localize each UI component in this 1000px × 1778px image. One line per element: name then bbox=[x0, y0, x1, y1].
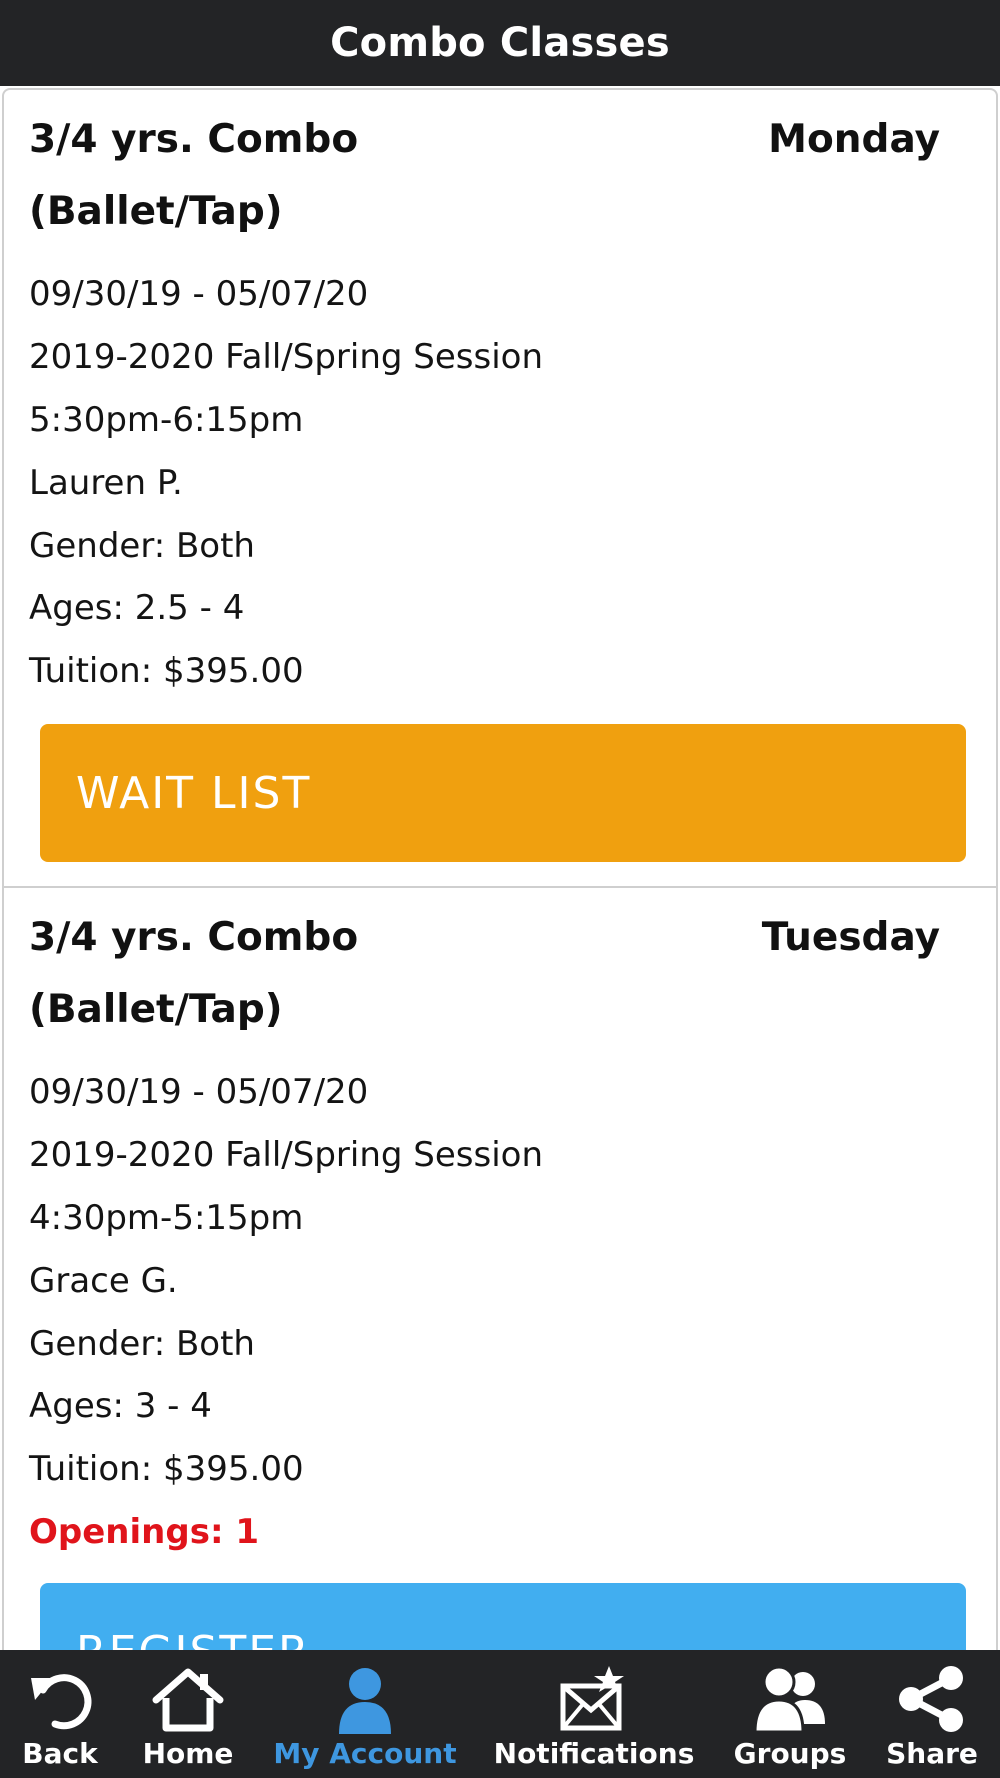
tab-my-account[interactable]: My Account bbox=[270, 1650, 460, 1778]
class-day: Tuesday bbox=[761, 915, 940, 960]
person-icon bbox=[339, 1668, 391, 1734]
class-name: 3/4 yrs. Combo bbox=[29, 117, 359, 162]
class-session: 2019-2020 Fall/Spring Session bbox=[29, 337, 544, 377]
home-icon bbox=[152, 1668, 224, 1732]
tab-label: Notifications bbox=[493, 1737, 695, 1770]
groups-icon bbox=[753, 1665, 825, 1734]
header-bar: Combo Classes bbox=[0, 0, 1000, 86]
tab-notifications[interactable]: Notifications bbox=[494, 1650, 694, 1778]
tab-label: My Account bbox=[273, 1737, 457, 1770]
tab-back[interactable]: Back bbox=[0, 1650, 120, 1778]
class-name-line2: (Ballet/Tap) bbox=[29, 189, 283, 234]
back-arrow-icon bbox=[31, 1674, 92, 1730]
class-instructor: Lauren P. bbox=[29, 463, 183, 503]
tab-home[interactable]: Home bbox=[128, 1650, 248, 1778]
tab-label: Groups bbox=[733, 1737, 847, 1770]
envelope-star-icon bbox=[560, 1666, 624, 1731]
class-time: 4:30pm-5:15pm bbox=[29, 1198, 304, 1238]
class-name: 3/4 yrs. Combo bbox=[29, 915, 359, 960]
class-card: 3/4 yrs. Combo Tuesday (Ballet/Tap) 09/3… bbox=[2, 886, 998, 1650]
page-title: Combo Classes bbox=[330, 20, 670, 66]
bottom-tab-bar: Back Home My Account Notifications Group… bbox=[0, 1650, 1000, 1778]
class-tuition: Tuition: $395.00 bbox=[29, 1449, 304, 1489]
tab-label: Back bbox=[22, 1737, 98, 1770]
class-ages: Ages: 3 - 4 bbox=[29, 1386, 212, 1426]
tab-label: Home bbox=[142, 1737, 234, 1770]
register-button[interactable]: REGISTER bbox=[40, 1583, 966, 1650]
class-dates: 09/30/19 - 05/07/20 bbox=[29, 274, 369, 314]
class-name-line2: (Ballet/Tap) bbox=[29, 987, 283, 1032]
class-instructor: Grace G. bbox=[29, 1261, 178, 1301]
class-day: Monday bbox=[768, 117, 940, 162]
class-session: 2019-2020 Fall/Spring Session bbox=[29, 1135, 544, 1175]
class-dates: 09/30/19 - 05/07/20 bbox=[29, 1072, 369, 1112]
wait-list-button[interactable]: WAIT LIST bbox=[40, 724, 966, 862]
class-tuition: Tuition: $395.00 bbox=[29, 651, 304, 691]
class-list[interactable]: 3/4 yrs. Combo Monday (Ballet/Tap) 09/30… bbox=[0, 86, 1000, 1650]
class-gender: Gender: Both bbox=[29, 1324, 255, 1364]
openings-count: Openings: 1 bbox=[29, 1512, 260, 1552]
class-card: 3/4 yrs. Combo Monday (Ballet/Tap) 09/30… bbox=[2, 88, 998, 888]
class-ages: Ages: 2.5 - 4 bbox=[29, 588, 245, 628]
class-time: 5:30pm-6:15pm bbox=[29, 400, 304, 440]
tab-groups[interactable]: Groups bbox=[730, 1650, 850, 1778]
class-gender: Gender: Both bbox=[29, 526, 255, 566]
tab-share[interactable]: Share bbox=[876, 1650, 988, 1778]
share-icon bbox=[899, 1666, 963, 1732]
tab-label: Share bbox=[886, 1737, 978, 1770]
